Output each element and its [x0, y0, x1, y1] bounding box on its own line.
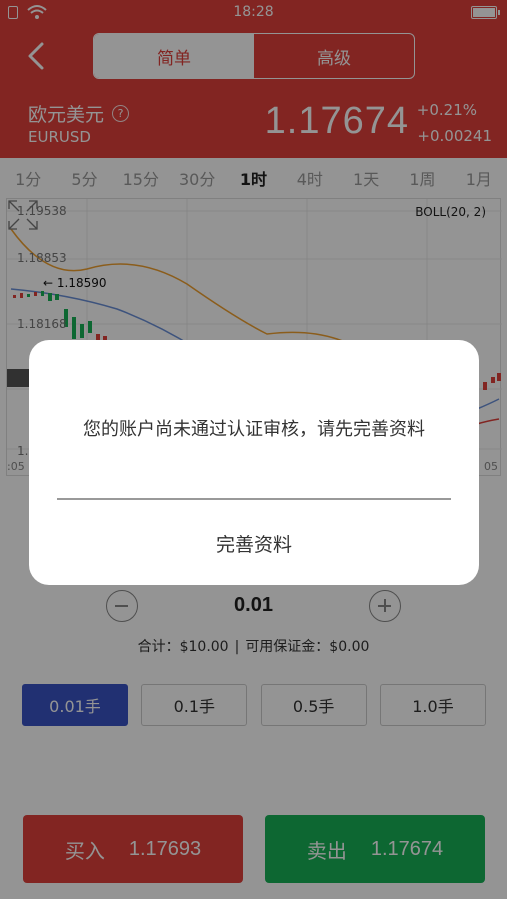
complete-profile-button[interactable]: 完善资料 [29, 530, 479, 557]
dialog-message: 您的账户尚未通过认证审核，请先完善资料 [83, 419, 425, 440]
verification-dialog: 您的账户尚未通过认证审核，请先完善资料 完善资料 [29, 340, 479, 585]
dialog-divider [57, 498, 451, 500]
